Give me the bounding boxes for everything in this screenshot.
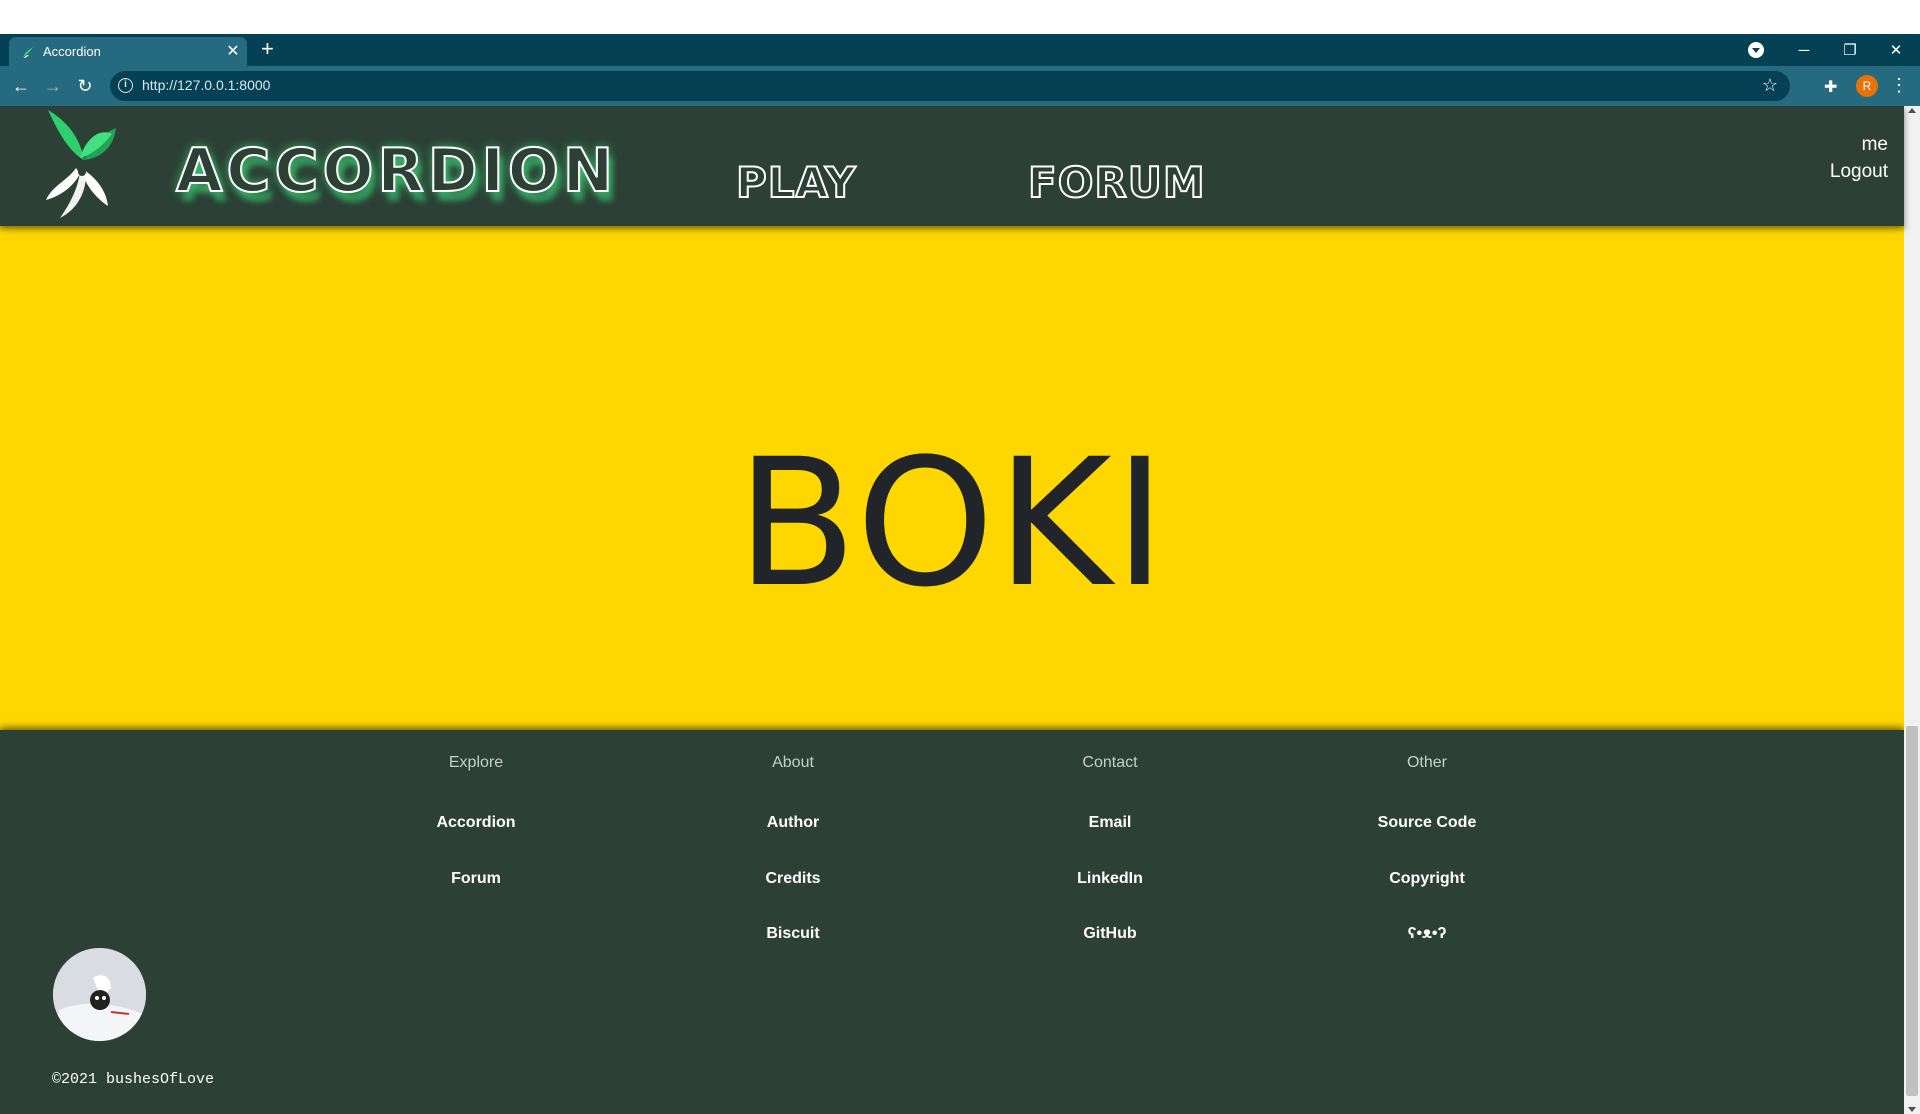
footer-link-bear[interactable]: ʕ•ᴥ•ʔ	[1307, 925, 1547, 943]
menu-icon[interactable]: ⋮	[1890, 73, 1908, 97]
reload-icon[interactable]: ↻	[73, 74, 97, 98]
scroll-thumb[interactable]	[1906, 726, 1918, 1096]
copyright-text: ©2021 bushesOfLove	[52, 1071, 215, 1088]
footer-link-biscuit[interactable]: Biscuit	[673, 925, 913, 943]
footer-heading: Other	[1406, 754, 1447, 771]
info-icon[interactable]: i	[118, 78, 133, 93]
forward-icon[interactable]: →	[41, 74, 65, 98]
footer-heading: Contact	[1082, 754, 1138, 771]
page-viewport: ACCORDION PLAY FORUM me Logout BOKI Expl…	[0, 106, 1920, 1114]
footer-heading: Explore	[448, 754, 504, 771]
tab-accordion[interactable]: Accordion ✕	[9, 37, 247, 66]
scroll-up-icon[interactable]	[1908, 108, 1916, 113]
footer-link-source-code[interactable]: Source Code	[1307, 814, 1547, 832]
footer-link-credits[interactable]: Credits	[673, 870, 913, 888]
footer-heading: About	[772, 754, 814, 771]
footer-link-accordion[interactable]: Accordion	[356, 814, 596, 832]
minimize-button[interactable]: ─	[1782, 34, 1826, 66]
tab-title: Accordion	[43, 44, 101, 59]
close-window-button[interactable]: ✕	[1874, 34, 1918, 66]
logo-icon[interactable]	[40, 108, 130, 220]
nav-play[interactable]: PLAY	[735, 157, 856, 208]
restore-button[interactable]: ❐	[1828, 34, 1872, 66]
favicon-icon	[23, 47, 33, 58]
username-label[interactable]: me	[1862, 134, 1888, 156]
nav-forum[interactable]: FORUM	[1027, 157, 1206, 208]
profile-avatar[interactable]: R	[1856, 75, 1878, 97]
hero-title: BOKI	[736, 421, 1168, 626]
new-tab-button[interactable]: +	[261, 38, 274, 60]
footer-link-forum[interactable]: Forum	[356, 870, 596, 888]
site-header: ACCORDION PLAY FORUM me Logout	[0, 106, 1904, 226]
tab-close-icon[interactable]: ✕	[224, 41, 242, 61]
tab-search-icon[interactable]	[1748, 42, 1764, 58]
footer-link-email[interactable]: Email	[990, 814, 1230, 832]
browser-toolbar: ← → ↻ i http://127.0.0.1:8000 ☆ ✚ R ⋮	[0, 66, 1920, 106]
site-footer: Explore Accordion Forum About Author Cre…	[0, 730, 1904, 1114]
browser-window: Accordion ✕ + ─ ❐ ✕ ← → ↻ i http://127.0…	[0, 0, 1920, 1114]
footer-link-github[interactable]: GitHub	[990, 925, 1230, 943]
scroll-down-icon[interactable]	[1908, 1107, 1916, 1112]
tab-strip: Accordion ✕ + ─ ❐ ✕	[0, 34, 1920, 66]
back-icon[interactable]: ←	[9, 74, 33, 98]
footer-link-author[interactable]: Author	[673, 814, 913, 832]
star-icon[interactable]: ☆	[1762, 75, 1778, 96]
footer-link-linkedin[interactable]: LinkedIn	[990, 870, 1230, 888]
footer-link-copyright[interactable]: Copyright	[1307, 870, 1547, 888]
extensions-icon[interactable]: ✚	[1824, 77, 1842, 96]
page-scrollbar[interactable]	[1904, 106, 1920, 1114]
avatar-icon	[53, 948, 146, 1041]
logout-link[interactable]: Logout	[1830, 161, 1888, 183]
url-text[interactable]: http://127.0.0.1:8000	[142, 77, 270, 93]
brand-title[interactable]: ACCORDION	[175, 135, 617, 207]
address-bar[interactable]: i http://127.0.0.1:8000 ☆	[110, 71, 1790, 101]
